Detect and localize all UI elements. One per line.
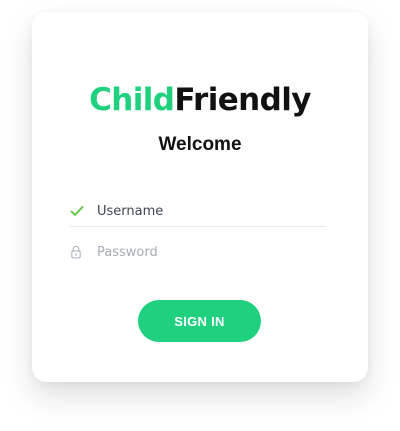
sign-in-button[interactable]: SIGN IN <box>138 300 261 342</box>
page-background: ChildFriendly Welcome SIGN IN <box>0 0 400 431</box>
logo-part-child: Child <box>89 82 175 118</box>
username-field <box>70 196 326 227</box>
logo-part-friendly: Friendly <box>174 82 311 118</box>
password-input[interactable] <box>92 240 317 264</box>
login-card: ChildFriendly Welcome SIGN IN <box>32 12 368 382</box>
password-field <box>70 237 326 267</box>
page-title: Welcome <box>158 134 242 155</box>
username-input[interactable] <box>92 199 317 223</box>
lock-icon <box>70 244 92 260</box>
check-icon <box>70 203 92 219</box>
brand-logo: ChildFriendly <box>32 80 368 120</box>
